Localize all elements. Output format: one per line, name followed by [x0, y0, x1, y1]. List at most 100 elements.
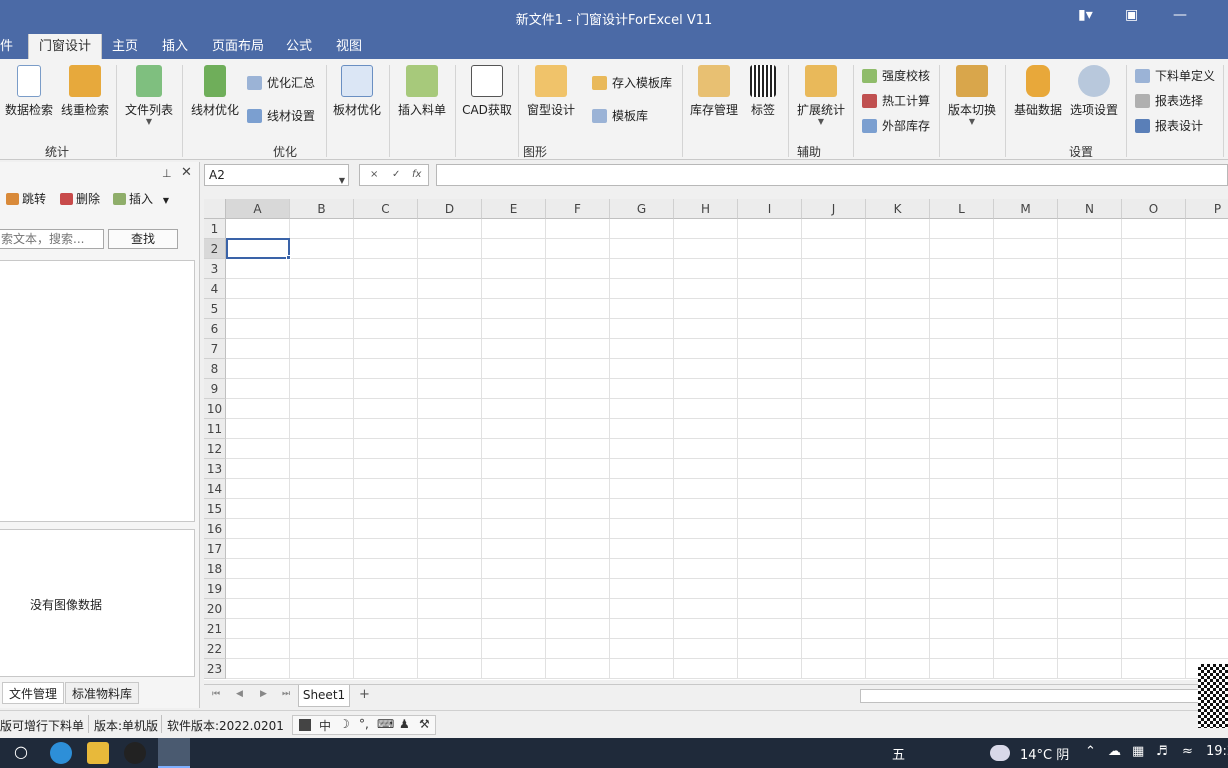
add-sheet-button[interactable]: + — [359, 687, 370, 702]
delete-button[interactable]: 删除 — [60, 190, 100, 208]
formula-input[interactable] — [436, 164, 1228, 186]
strength-check-button[interactable]: 强度校核 — [862, 66, 930, 86]
column-header[interactable]: A — [226, 199, 290, 219]
tab-file-management[interactable]: 文件管理 — [2, 682, 65, 704]
options-button[interactable]: 选项设置 — [1066, 65, 1122, 118]
file-tree[interactable] — [0, 260, 195, 522]
row-header[interactable]: 1 — [204, 219, 226, 239]
insert-material-button[interactable]: 插入料单 — [394, 65, 450, 118]
keyboard-icon[interactable]: ⌨ — [377, 717, 394, 731]
tab-standard-materials[interactable]: 标准物料库 — [65, 682, 140, 704]
row-header[interactable]: 14 — [204, 479, 226, 499]
selected-cell[interactable] — [226, 238, 290, 259]
name-box[interactable]: A2 ▼ — [204, 164, 349, 186]
row-header[interactable]: 17 — [204, 539, 226, 559]
column-header[interactable]: N — [1058, 199, 1122, 219]
version-switch-button[interactable]: 版本切换 ▼ — [944, 65, 1000, 126]
row-header[interactable]: 23 — [204, 659, 226, 679]
row-header[interactable]: 15 — [204, 499, 226, 519]
prev-sheet-icon[interactable]: ◀ — [236, 689, 243, 699]
window-design-button[interactable]: 窗型设计 — [523, 65, 579, 118]
tab-window-design[interactable]: 门窗设计 — [28, 34, 103, 59]
close-icon[interactable]: ✕ — [181, 165, 192, 180]
column-header[interactable]: L — [930, 199, 994, 219]
search-circle-icon[interactable]: ○ — [14, 742, 28, 761]
row-header[interactable]: 11 — [204, 419, 226, 439]
cut-def-button[interactable]: 下料单定义 — [1135, 66, 1215, 86]
template-lib-button[interactable]: 模板库 — [592, 106, 648, 126]
app-icon[interactable] — [158, 738, 190, 768]
ribbon-display-icon[interactable]: ▮▾ — [1078, 7, 1093, 23]
thermal-calc-button[interactable]: 热工计算 — [862, 91, 930, 111]
external-stock-button[interactable]: 外部库存 — [862, 116, 930, 136]
row-header[interactable]: 20 — [204, 599, 226, 619]
row-header[interactable]: 13 — [204, 459, 226, 479]
search-input[interactable] — [0, 229, 104, 249]
ime-mode[interactable]: 中 — [319, 717, 331, 734]
column-header[interactable]: M — [994, 199, 1058, 219]
base-data-button[interactable]: 基础数据 — [1010, 65, 1066, 118]
sheet-optimize-button[interactable]: 板材优化 — [330, 65, 384, 118]
row-header[interactable]: 8 — [204, 359, 226, 379]
ext-stats-button[interactable]: 扩展统计 ▼ — [793, 65, 849, 126]
ime-toolbar[interactable]: 中 ☽ °, ⌨ ♟ ⚒ — [292, 715, 436, 735]
report-select-button[interactable]: 报表选择 — [1135, 91, 1203, 111]
row-header[interactable]: 4 — [204, 279, 226, 299]
row-header[interactable]: 22 — [204, 639, 226, 659]
confirm-icon[interactable]: ✓ — [392, 169, 400, 180]
horizontal-scrollbar[interactable] — [860, 689, 1205, 703]
bar-settings-button[interactable]: 线材设置 — [247, 106, 315, 126]
save-template-button[interactable]: 存入模板库 — [592, 73, 672, 93]
column-header[interactable]: E — [482, 199, 546, 219]
clock[interactable]: 19:2 — [1206, 744, 1228, 759]
row-header[interactable]: 6 — [204, 319, 226, 339]
help-icon[interactable]: ▣ — [1125, 7, 1138, 23]
row-header[interactable]: 2 — [204, 239, 226, 259]
folder-icon[interactable] — [87, 742, 109, 764]
tab-formula[interactable]: 公式 — [276, 34, 322, 59]
row-header[interactable]: 12 — [204, 439, 226, 459]
insert-button[interactable]: 插入 ▼ — [113, 190, 169, 208]
column-header[interactable]: J — [802, 199, 866, 219]
column-header[interactable]: O — [1122, 199, 1186, 219]
tab-home[interactable]: 主页 — [102, 34, 148, 59]
row-header[interactable]: 21 — [204, 619, 226, 639]
column-header[interactable]: K — [866, 199, 930, 219]
first-sheet-icon[interactable]: ⏮ — [212, 689, 220, 699]
punctuation-icon[interactable]: °, — [359, 717, 369, 731]
row-header[interactable]: 16 — [204, 519, 226, 539]
row-header[interactable]: 3 — [204, 259, 226, 279]
file-list-button[interactable]: 文件列表 ▼ — [122, 65, 176, 126]
column-header[interactable]: B — [290, 199, 354, 219]
function-icon[interactable]: fx — [412, 169, 421, 180]
inventory-button[interactable]: 库存管理 — [686, 65, 742, 118]
row-header[interactable]: 5 — [204, 299, 226, 319]
cad-get-button[interactable]: CAD获取 — [460, 65, 514, 118]
minimize-button[interactable]: — — [1173, 7, 1187, 23]
row-header[interactable]: 18 — [204, 559, 226, 579]
volume-icon[interactable]: ♬ — [1156, 744, 1168, 759]
pin-icon[interactable]: ⊥ — [162, 167, 172, 180]
tab-file[interactable]: 件 — [0, 34, 23, 59]
label-button[interactable]: 标签 — [744, 65, 782, 118]
cancel-icon[interactable]: × — [370, 169, 378, 180]
column-header[interactable]: F — [546, 199, 610, 219]
chevron-down-icon[interactable]: ▼ — [163, 196, 169, 205]
next-sheet-icon[interactable]: ▶ — [260, 689, 267, 699]
row-header[interactable]: 10 — [204, 399, 226, 419]
ime-indicator[interactable]: 五 — [892, 744, 905, 763]
sheet-tab[interactable]: Sheet1 — [298, 685, 350, 707]
data-search-button[interactable]: 数据检索 — [2, 65, 56, 118]
wrench-icon[interactable]: ⚒ — [419, 717, 430, 731]
last-sheet-icon[interactable]: ⏭ — [282, 689, 290, 699]
moon-icon[interactable]: ☽ — [339, 717, 350, 731]
column-header[interactable]: C — [354, 199, 418, 219]
row-header[interactable]: 9 — [204, 379, 226, 399]
chevron-up-icon[interactable]: ⌃ — [1085, 744, 1096, 759]
row-header[interactable]: 7 — [204, 339, 226, 359]
user-icon[interactable]: ♟ — [399, 717, 410, 731]
spreadsheet-grid[interactable]: A B C D E F G H I J K L M N O P 1 2 3 4 5 6 7 8 9 10 11 12 13 14 15 16 1… — [204, 199, 1228, 680]
weight-search-button[interactable]: 线重检索 — [58, 65, 112, 118]
fill-handle[interactable] — [286, 255, 291, 260]
column-header[interactable]: H — [674, 199, 738, 219]
